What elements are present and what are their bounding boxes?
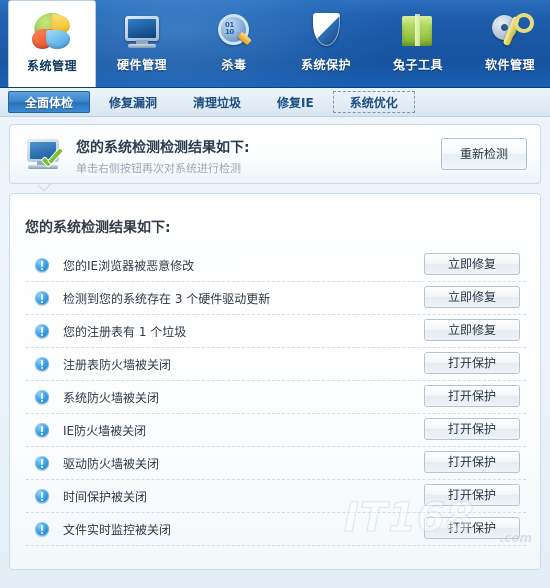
enable-protection-button[interactable]: 打开保护 [424,517,520,539]
info-warning-icon [35,258,49,272]
result-text: 时间保护被关闭 [63,489,148,504]
application-window: 系统管理 硬件管理 01 10 杀毒 系统保护 兔子工具 软件管理 全面体检 修… [0,0,550,588]
tab-system-optimization[interactable]: 系统优化 [332,91,415,113]
info-warning-icon [35,390,49,404]
table-row: 文件实时监控被关闭 打开保护 [26,513,526,546]
monitor-icon [120,10,164,54]
result-text: 驱动防火墙被关闭 [63,456,160,471]
banner-title: 您的系统检测检测结果如下: [76,140,250,156]
info-warning-icon [35,324,49,338]
table-row: 时间保护被关闭 打开保护 [26,480,526,513]
status-banner: 您的系统检测检测结果如下: 单击右侧按钮再次对系统进行检测 重新检测 [9,124,541,184]
tab-repair-ie[interactable]: 修复IE [260,91,331,113]
result-text: 检测到您的系统存在 3 个硬件驱动更新 [63,291,271,306]
result-text: IE防火墙被关闭 [63,423,147,438]
toolbar-item-label: 兔子工具 [392,58,443,72]
toolbar-item-antivirus[interactable]: 01 10 杀毒 [188,0,280,88]
table-row: 检测到您的系统存在 3 个硬件驱动更新 立即修复 [26,282,526,315]
results-panel: 您的系统检测结果如下: 您的IE浏览器被恶意修改 立即修复 检测到您的系统存在 … [9,193,541,570]
result-text: 文件实时监控被关闭 [63,522,172,537]
banner-pointer [38,184,51,193]
table-row: IE防火墙被关闭 打开保护 [26,414,526,447]
tab-full-checkup[interactable]: 全面体检 [8,91,91,113]
magnifier-icon: 01 10 [212,10,256,54]
toolbar-item-system-protection[interactable]: 系统保护 [280,0,372,88]
gear-wrench-icon [488,10,537,54]
page-title: 您的系统检测结果如下: [25,220,171,236]
fix-now-button[interactable]: 立即修复 [424,286,520,308]
info-warning-icon [35,456,49,470]
toolbar-item-label: 硬件管理 [116,58,167,72]
toolbar-item-label: 杀毒 [221,58,247,72]
shield-icon [304,10,348,54]
enable-protection-button[interactable]: 打开保护 [424,484,520,506]
enable-protection-button[interactable]: 打开保护 [424,385,520,407]
pie-chart-icon [30,10,74,55]
info-warning-icon [35,291,49,305]
info-warning-icon [35,489,49,503]
toolbar-item-label: 软件管理 [484,58,535,72]
banner-subtitle: 单击右侧按钮再次对系统进行检测 [76,162,241,175]
result-text: 注册表防火墙被关闭 [63,357,172,372]
enable-protection-button[interactable]: 打开保护 [424,352,520,374]
info-warning-icon [35,357,49,371]
toolbar-item-hardware-management[interactable]: 硬件管理 [96,0,188,88]
tab-clean-junk[interactable]: 清理垃圾 [176,91,258,113]
results-list: 您的IE浏览器被恶意修改 立即修复 检测到您的系统存在 3 个硬件驱动更新 立即… [26,249,526,546]
enable-protection-button[interactable]: 打开保护 [424,418,520,440]
fix-now-button[interactable]: 立即修复 [424,319,520,341]
info-warning-icon [35,522,49,536]
table-row: 您的IE浏览器被恶意修改 立即修复 [26,249,526,282]
tab-strip: 全面体检 修复漏洞 清理垃圾 修复IE 系统优化 [0,88,550,117]
main-toolbar: 系统管理 硬件管理 01 10 杀毒 系统保护 兔子工具 软件管理 [0,0,550,88]
table-row: 注册表防火墙被关闭 打开保护 [26,348,526,381]
result-text: 您的注册表有 1 个垃圾 [63,324,187,339]
table-row: 驱动防火墙被关闭 打开保护 [26,447,526,480]
toolbar-item-label: 系统管理 [26,59,77,73]
result-text: 您的IE浏览器被恶意修改 [63,258,195,273]
monitor-check-icon [22,137,66,175]
toolbar-item-system-management[interactable]: 系统管理 [8,0,96,88]
fix-now-button[interactable]: 立即修复 [424,253,520,275]
tab-fix-vulnerabilities[interactable]: 修复漏洞 [92,91,174,113]
result-text: 系统防火墙被关闭 [63,390,160,405]
enable-protection-button[interactable]: 打开保护 [424,451,520,473]
tab-list: 全面体检 修复漏洞 清理垃圾 修复IE 系统优化 [8,88,417,116]
toolbar-items: 系统管理 硬件管理 01 10 杀毒 系统保护 兔子工具 软件管理 [0,0,550,88]
toolbar-item-software-management[interactable]: 软件管理 [464,0,550,88]
rescan-button[interactable]: 重新检测 [441,138,527,170]
toolbar-item-rabbit-tools[interactable]: 兔子工具 [372,0,464,88]
toolbar-item-label: 系统保护 [300,58,351,72]
table-row: 您的注册表有 1 个垃圾 立即修复 [26,315,526,348]
box-icon [396,10,440,54]
info-warning-icon [35,423,49,437]
table-row: 系统防火墙被关闭 打开保护 [26,381,526,414]
